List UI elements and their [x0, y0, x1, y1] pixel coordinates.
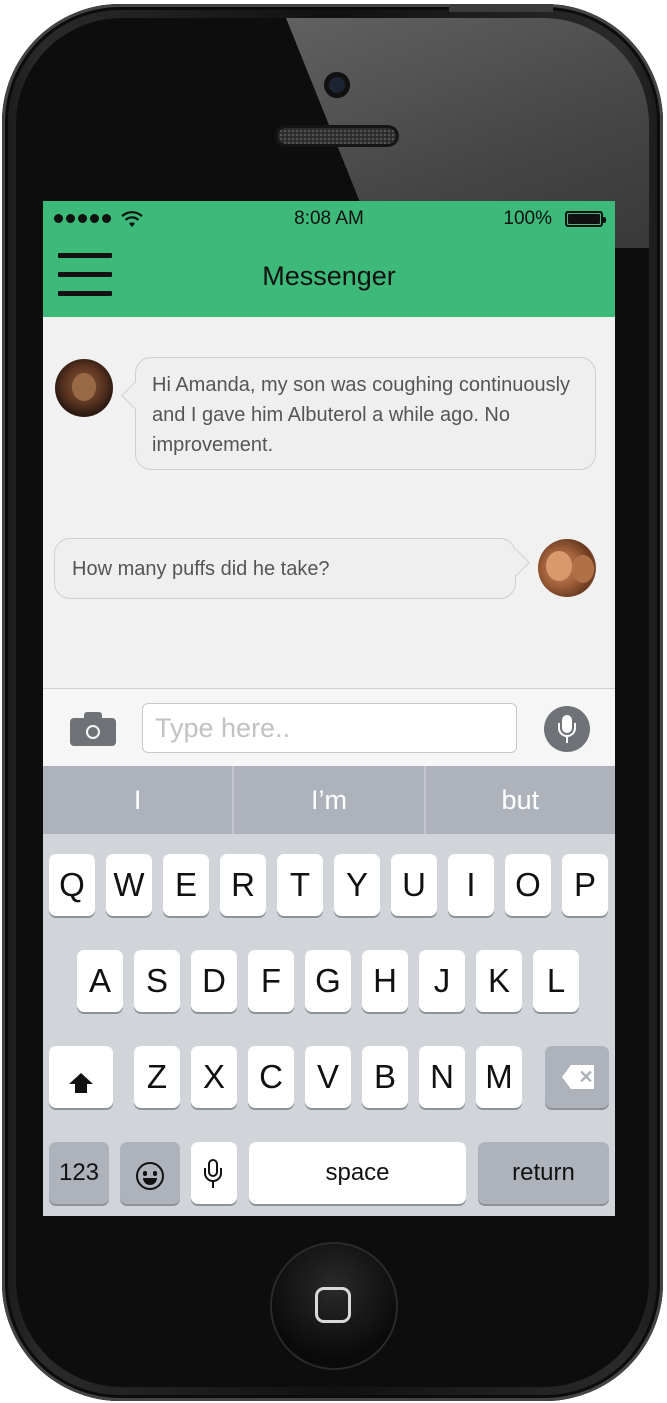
incoming-message-bubble: Hi Amanda, my son was coughing continuou…: [121, 357, 596, 470]
front-camera: [324, 72, 350, 98]
camera-icon[interactable]: [70, 712, 116, 746]
app-screen: 8:08 AM 100% Messenger Hi Amanda, my son…: [43, 201, 615, 1216]
key-p[interactable]: P: [562, 854, 608, 916]
delete-key[interactable]: ✕: [545, 1046, 609, 1108]
key-u[interactable]: U: [391, 854, 437, 916]
key-d[interactable]: D: [191, 950, 237, 1012]
key-w[interactable]: W: [106, 854, 152, 916]
key-n[interactable]: N: [419, 1046, 465, 1108]
key-o[interactable]: O: [505, 854, 551, 916]
outgoing-message-text: How many puffs did he take?: [72, 558, 330, 580]
prediction-item[interactable]: but: [426, 766, 615, 834]
predictive-bar: I I’m but: [43, 766, 615, 834]
prediction-item[interactable]: I: [43, 766, 235, 834]
home-square-icon: [315, 1287, 351, 1323]
battery-percent: 100%: [503, 208, 552, 229]
numbers-key[interactable]: 123: [49, 1142, 109, 1204]
prediction-item[interactable]: I’m: [234, 766, 426, 834]
key-z[interactable]: Z: [134, 1046, 180, 1108]
status-bar: 8:08 AM 100%: [43, 201, 615, 237]
key-j[interactable]: J: [419, 950, 465, 1012]
space-key[interactable]: space: [249, 1142, 466, 1204]
key-m[interactable]: M: [476, 1046, 522, 1108]
key-b[interactable]: B: [362, 1046, 408, 1108]
bubble-tail: [121, 382, 148, 409]
shift-icon: [69, 1073, 93, 1093]
battery-icon: [565, 211, 606, 227]
key-a[interactable]: A: [77, 950, 123, 1012]
earpiece-speaker: [275, 125, 399, 147]
key-l[interactable]: L: [533, 950, 579, 1012]
key-y[interactable]: Y: [334, 854, 380, 916]
return-key[interactable]: return: [478, 1142, 609, 1204]
key-r[interactable]: R: [220, 854, 266, 916]
key-x[interactable]: X: [191, 1046, 237, 1108]
key-q[interactable]: Q: [49, 854, 95, 916]
emoji-key[interactable]: [120, 1142, 180, 1204]
microphone-button[interactable]: [544, 706, 590, 752]
key-v[interactable]: V: [305, 1046, 351, 1108]
key-f[interactable]: F: [248, 950, 294, 1012]
app-header: 8:08 AM 100% Messenger: [43, 201, 615, 317]
key-e[interactable]: E: [163, 854, 209, 916]
key-s[interactable]: S: [134, 950, 180, 1012]
key-t[interactable]: T: [277, 854, 323, 916]
incoming-message-text: Hi Amanda, my son was coughing continuou…: [152, 374, 571, 456]
key-h[interactable]: H: [362, 950, 408, 1012]
keyboard: I I’m but Q W E R T Y U I O P A S D F G …: [43, 766, 615, 1216]
home-button[interactable]: [272, 1244, 396, 1368]
key-c[interactable]: C: [248, 1046, 294, 1108]
dictation-key[interactable]: [191, 1142, 237, 1204]
key-i[interactable]: I: [448, 854, 494, 916]
delete-icon: ✕: [562, 1065, 594, 1089]
page-title: Messenger: [262, 261, 396, 291]
key-g[interactable]: G: [305, 950, 351, 1012]
emoji-icon: [136, 1162, 164, 1190]
power-button: [449, 4, 553, 12]
key-k[interactable]: K: [476, 950, 522, 1012]
message-composer: [43, 688, 615, 767]
bubble-tail: [503, 549, 530, 576]
shift-key[interactable]: [49, 1046, 113, 1108]
sender-avatar[interactable]: [55, 359, 113, 417]
outgoing-message-bubble: How many puffs did he take?: [54, 538, 530, 599]
message-input[interactable]: [142, 703, 517, 753]
user-avatar[interactable]: [538, 539, 596, 597]
